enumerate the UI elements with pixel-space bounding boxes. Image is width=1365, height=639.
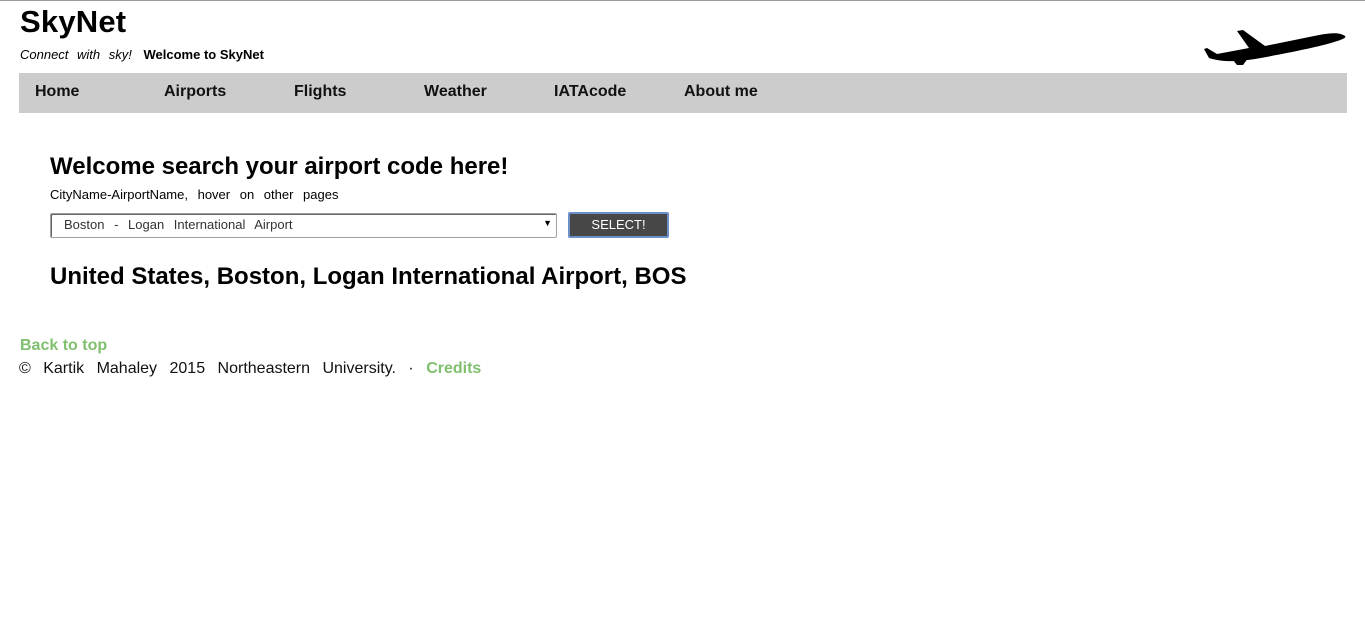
select-button[interactable]: SELECT! (568, 212, 669, 238)
nav-airports[interactable]: Airports (164, 73, 226, 113)
nav-about-me[interactable]: About me (684, 73, 758, 113)
airplane-icon (1204, 30, 1346, 65)
nav-iatacode[interactable]: IATAcode (554, 73, 626, 113)
welcome-text: Welcome to SkyNet (143, 47, 264, 62)
back-to-top-link[interactable]: Back to top (20, 337, 107, 355)
copyright-text: © Kartik Mahaley 2015 Northeastern Unive… (19, 360, 414, 377)
nav-flights[interactable]: Flights (294, 73, 346, 113)
nav-weather[interactable]: Weather (424, 73, 487, 113)
search-hint: CityName-AirportName, hover on other pag… (50, 187, 339, 202)
main-nav: Home Airports Flights Weather IATAcode A… (19, 73, 1347, 113)
footer: © Kartik Mahaley 2015 Northeastern Unive… (19, 360, 481, 378)
top-border (0, 0, 1365, 1)
tagline: Connect with sky! Welcome to SkyNet (20, 47, 264, 62)
airport-select-value: Boston - Logan International Airport (64, 217, 293, 232)
credits-link[interactable]: Credits (426, 360, 481, 377)
page-heading: Welcome search your airport code here! (50, 153, 509, 180)
airport-result: United States, Boston, Logan Internation… (50, 263, 687, 290)
chevron-down-icon: ▼ (543, 218, 552, 228)
airport-select[interactable]: Boston - Logan International Airport ▼ (50, 213, 557, 238)
slogan: Connect with sky! (20, 47, 132, 62)
site-title: SkyNet (20, 4, 127, 39)
nav-home[interactable]: Home (35, 73, 79, 113)
